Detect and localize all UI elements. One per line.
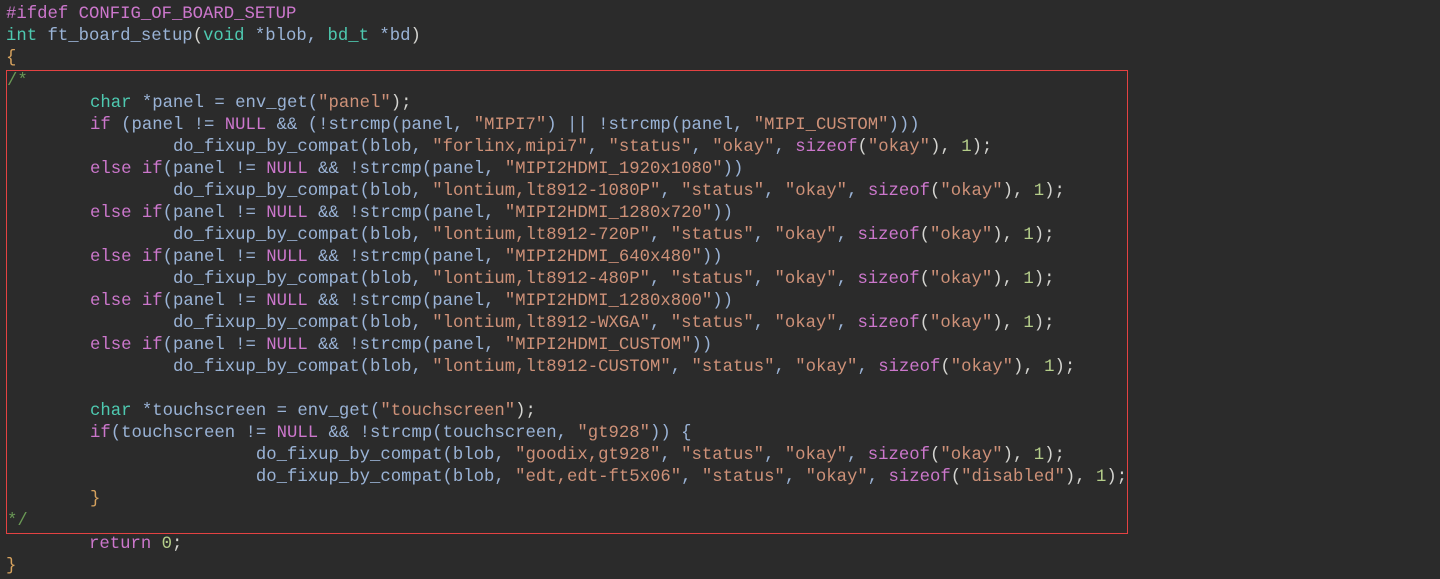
highlight-box: /* char *panel = env_get("panel"); if (p… [6,70,1128,534]
macro-name: CONFIG_OF_BOARD_SETUP [68,5,296,24]
brace-open: { [6,49,16,68]
return-kw: return [89,535,151,554]
code-editor: #ifdef CONFIG_OF_BOARD_SETUP int ft_boar… [0,0,1440,579]
comment-open: /* [7,72,28,91]
brace-close: } [6,557,16,576]
type-int: int [6,27,37,46]
fn-name: ft_board_setup [37,27,193,46]
comment-close: */ [7,512,28,531]
preproc-ifdef: #ifdef [6,5,68,24]
